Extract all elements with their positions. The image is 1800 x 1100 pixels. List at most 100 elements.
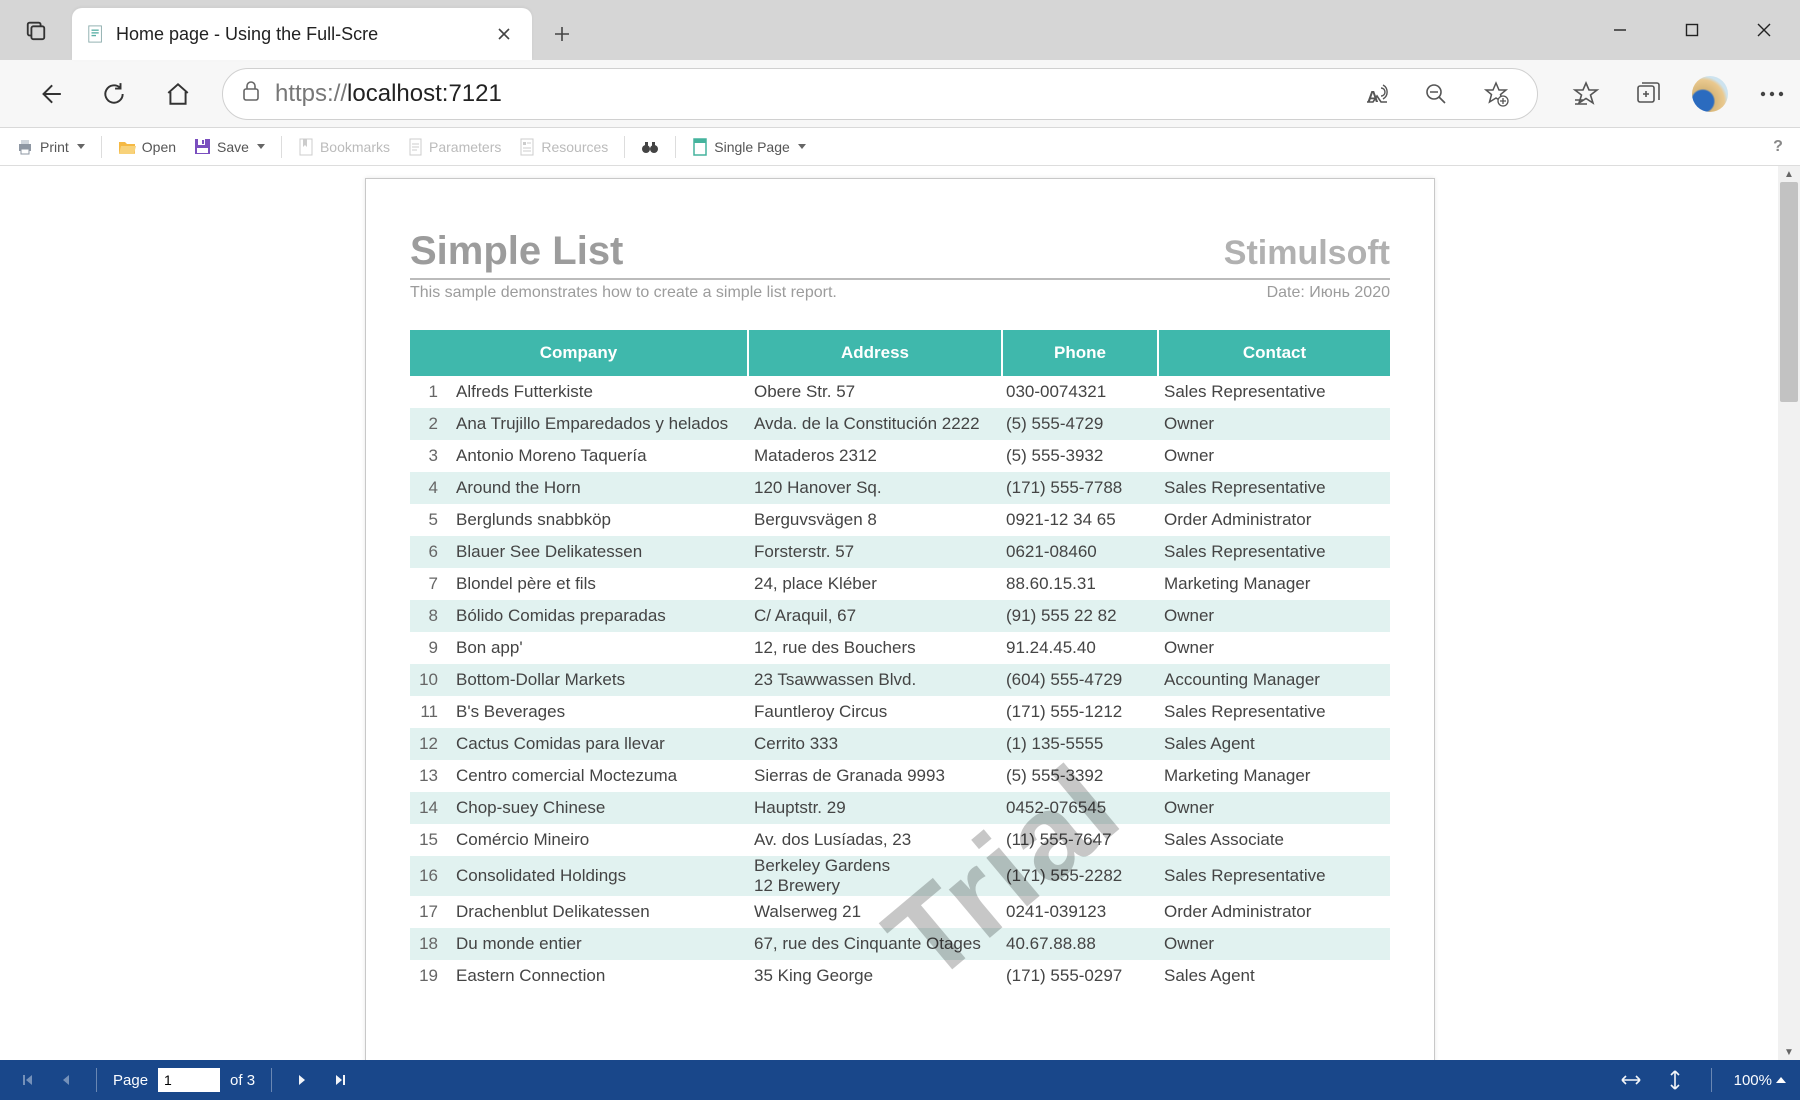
back-button[interactable] [22,66,78,122]
tab-actions-button[interactable] [0,0,72,60]
table-cell: 35 King George [748,960,1002,992]
table-cell: (171) 555-2282 [1002,856,1158,896]
address-bar[interactable]: https://localhost:7121 A [222,68,1538,120]
browser-tab[interactable]: Home page - Using the Full-Scre [72,8,532,60]
fit-height-button[interactable] [1661,1066,1689,1094]
col-header-address: Address [748,330,1002,376]
table-cell: Sales Representative [1158,472,1390,504]
open-button[interactable]: Open [110,132,184,162]
table-cell: (5) 555-3392 [1002,760,1158,792]
save-icon [194,138,211,155]
last-page-icon [333,1073,347,1087]
table-cell: Bon app' [448,632,748,664]
table-row: 1Alfreds FutterkisteObere Str. 57030-007… [410,376,1390,408]
table-cell: Chop-suey Chinese [448,792,748,824]
browser-titlebar: Home page - Using the Full-Scre [0,0,1800,60]
table-cell: Owner [1158,600,1390,632]
table-row: 7Blondel père et fils24, place Kléber88.… [410,568,1390,600]
favorite-add-button[interactable] [1479,77,1513,111]
prev-page-button[interactable] [52,1066,80,1094]
table-cell: 9 [410,632,448,664]
table-cell: Accounting Manager [1158,664,1390,696]
page-total: of 3 [230,1072,255,1089]
first-page-icon [21,1073,35,1087]
table-cell: Forsterstr. 57 [748,536,1002,568]
table-cell: 19 [410,960,448,992]
bookmarks-button[interactable]: Bookmarks [290,132,398,162]
toolbar-separator [675,136,676,158]
page-input[interactable] [158,1068,220,1092]
zoom-control[interactable]: 100% [1734,1072,1786,1089]
home-button[interactable] [150,66,206,122]
help-button[interactable]: ? [1764,138,1792,156]
menu-button[interactable] [1754,76,1790,112]
print-icon [16,138,34,156]
table-cell: 0621-08460 [1002,536,1158,568]
favorites-button[interactable] [1568,76,1604,112]
collections-button[interactable] [1630,76,1666,112]
open-label: Open [142,139,176,155]
table-cell: Drachenblut Delikatessen [448,896,748,928]
table-row: 3Antonio Moreno TaqueríaMataderos 2312(5… [410,440,1390,472]
print-button[interactable]: Print [8,132,93,162]
table-cell: 030-0074321 [1002,376,1158,408]
new-tab-button[interactable] [532,8,592,60]
window-minimize-button[interactable] [1584,0,1656,60]
report-header: Simple List Stimulsoft [410,229,1390,280]
table-cell: Sierras de Granada 9993 [748,760,1002,792]
favorite-add-icon [1483,81,1509,107]
refresh-button[interactable] [86,66,142,122]
fit-width-button[interactable] [1617,1066,1645,1094]
table-cell: (604) 555-4729 [1002,664,1158,696]
scroll-thumb[interactable] [1780,182,1798,402]
window-close-button[interactable] [1728,0,1800,60]
table-cell: 88.60.15.31 [1002,568,1158,600]
table-cell: 40.67.88.88 [1002,928,1158,960]
favorites-icon [1572,80,1600,108]
prev-page-icon [60,1073,72,1087]
report-table: Company Address Phone Contact 1Alfreds F… [410,330,1390,992]
plus-icon [553,25,571,43]
table-cell: Order Administrator [1158,896,1390,928]
single-page-icon [692,138,708,156]
table-cell: 17 [410,896,448,928]
col-header-company: Company [410,330,748,376]
table-cell: Cactus Comidas para llevar [448,728,748,760]
browser-toolbar: https://localhost:7121 A [0,60,1800,128]
bookmarks-label: Bookmarks [320,139,390,155]
parameters-button[interactable]: Parameters [400,132,509,162]
scroll-down-button[interactable]: ▼ [1778,1044,1800,1060]
last-page-button[interactable] [326,1066,354,1094]
url-scheme: https:// [275,80,347,107]
find-button[interactable] [633,132,667,162]
read-aloud-button[interactable]: A [1359,77,1393,111]
table-cell: Berglunds snabbköp [448,504,748,536]
resources-button[interactable]: Resources [511,132,616,162]
scroll-up-button[interactable]: ▲ [1778,166,1800,182]
view-mode-button[interactable]: Single Page [684,132,814,162]
next-page-button[interactable] [288,1066,316,1094]
binoculars-icon [641,139,659,155]
table-cell: Blauer See Delikatessen [448,536,748,568]
table-cell: 7 [410,568,448,600]
browser-tab-title: Home page - Using the Full-Scre [116,24,480,45]
table-cell: (5) 555-4729 [1002,408,1158,440]
scrollbar[interactable]: ▲ ▼ [1778,166,1800,1060]
table-row: 15Comércio MineiroAv. dos Lusíadas, 23(1… [410,824,1390,856]
table-cell: 3 [410,440,448,472]
collections-icon [1635,81,1661,107]
resources-label: Resources [541,139,608,155]
window-maximize-button[interactable] [1656,0,1728,60]
table-cell: 120 Hanover Sq. [748,472,1002,504]
first-page-button[interactable] [14,1066,42,1094]
parameters-icon [408,138,423,156]
table-cell: 14 [410,792,448,824]
footer-separator [1711,1068,1712,1092]
table-cell: 12, rue des Bouchers [748,632,1002,664]
save-button[interactable]: Save [186,132,273,162]
table-row: 13Centro comercial MoctezumaSierras de G… [410,760,1390,792]
profile-button[interactable] [1692,76,1728,112]
zoom-out-button[interactable] [1419,77,1453,111]
tab-close-button[interactable] [490,20,518,48]
report-date: Date: Июнь 2020 [1267,284,1390,302]
